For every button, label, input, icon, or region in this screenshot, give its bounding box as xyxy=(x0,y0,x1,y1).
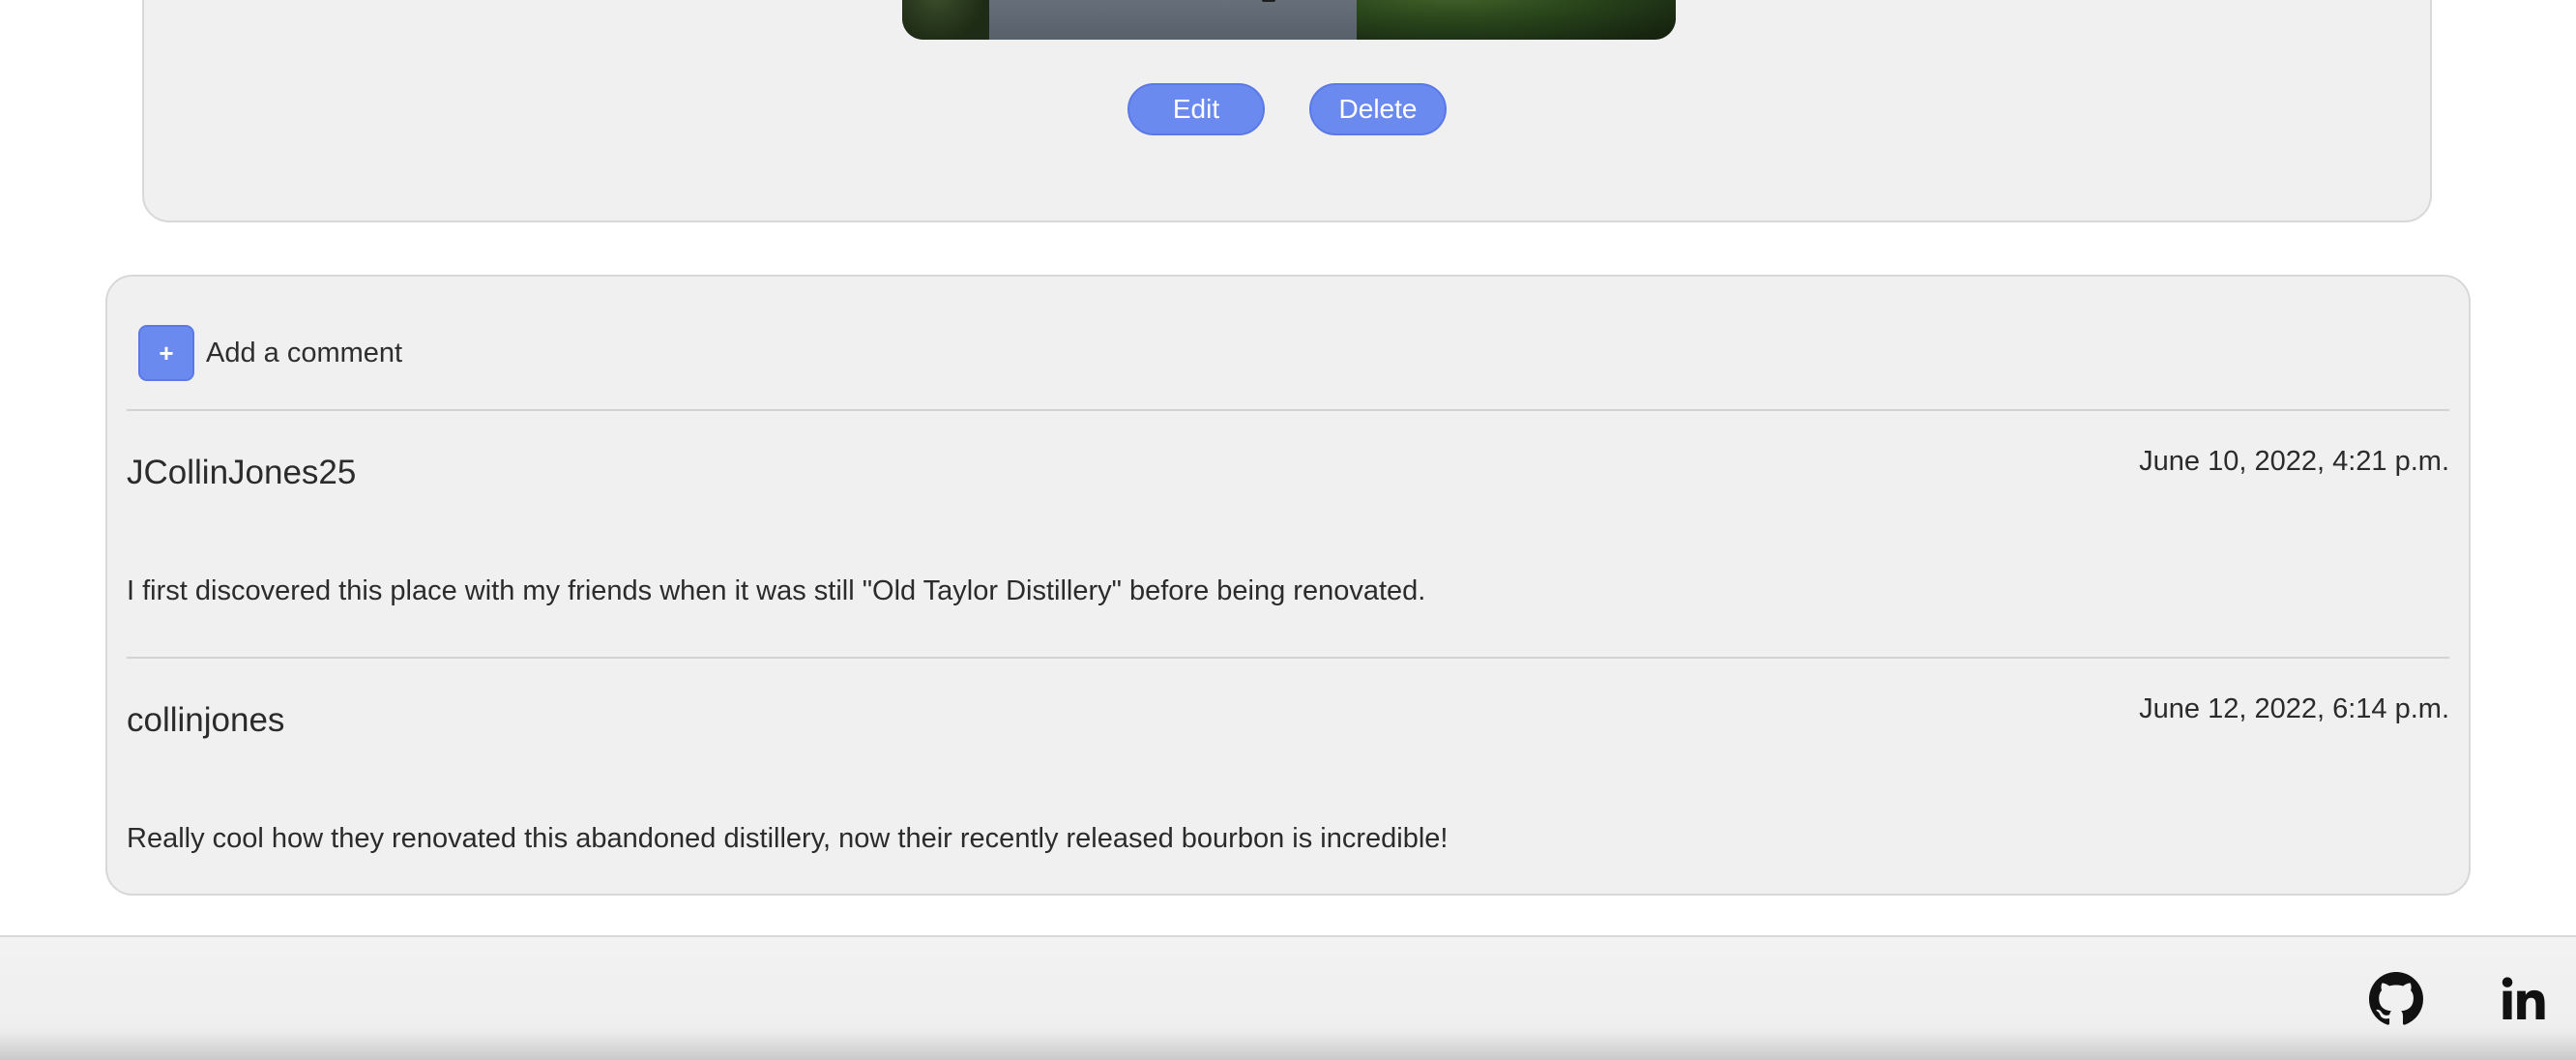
comment-text: I first discovered this place with my fr… xyxy=(127,575,1426,606)
comments-card: + Add a comment JCollinJones25 June 10, … xyxy=(105,275,2471,896)
edit-button[interactable]: Edit xyxy=(1127,83,1265,135)
image-foliage-right xyxy=(1357,0,1676,40)
divider xyxy=(127,657,2449,659)
add-comment-button[interactable]: + xyxy=(138,325,194,381)
linkedin-icon[interactable] xyxy=(2496,972,2550,1026)
image-road xyxy=(989,0,1357,40)
divider xyxy=(127,409,2449,411)
image-foliage-left xyxy=(902,0,989,40)
github-icon[interactable] xyxy=(2369,972,2423,1026)
post-card: Edit Delete xyxy=(142,0,2432,222)
footer-shadow xyxy=(0,1033,2576,1060)
page: Edit Delete + Add a comment JCollinJones… xyxy=(0,0,2576,1060)
comment-date: June 12, 2022, 6:14 p.m. xyxy=(2139,693,2449,724)
add-comment-row[interactable]: + Add a comment xyxy=(138,325,402,381)
image-person xyxy=(1262,0,1275,2)
post-image xyxy=(902,0,1676,40)
footer xyxy=(0,935,2576,1060)
delete-button[interactable]: Delete xyxy=(1309,83,1447,135)
post-actions: Edit Delete xyxy=(144,83,2430,135)
comment-username: collinjones xyxy=(127,701,285,739)
add-comment-label[interactable]: Add a comment xyxy=(206,338,402,369)
comment-text: Really cool how they renovated this aban… xyxy=(127,823,1449,854)
comment-username: JCollinJones25 xyxy=(127,454,357,491)
comment-date: June 10, 2022, 4:21 p.m. xyxy=(2139,446,2449,477)
